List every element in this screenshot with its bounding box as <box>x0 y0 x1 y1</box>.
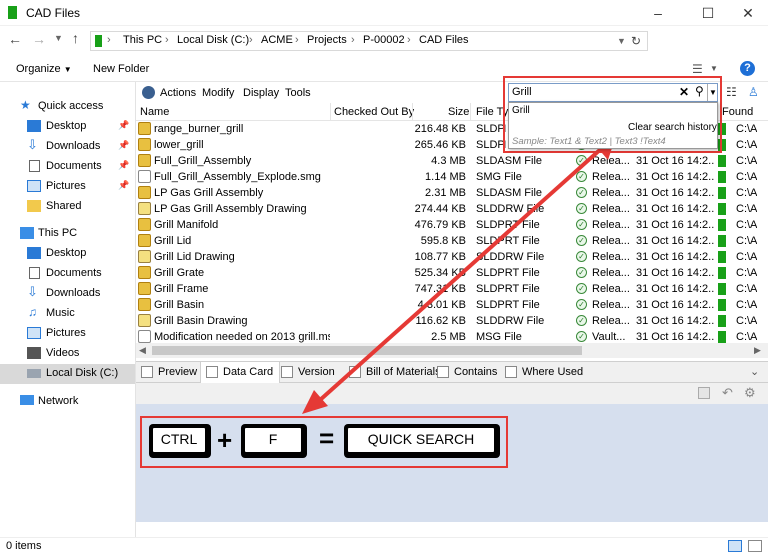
details-view-icon[interactable] <box>728 540 742 552</box>
search-dropdown-button[interactable]: ▼ <box>707 84 718 101</box>
arrow-head-bottom <box>302 390 328 414</box>
search-history-dropdown: Grill Clear search history Sample: Text1… <box>508 102 718 149</box>
search-syntax-hint: Sample: Text1 & Text2 | Text3 !Text4 <box>512 136 666 147</box>
arrow-shaft <box>318 146 604 402</box>
clear-search-history-link[interactable]: Clear search history <box>628 122 717 133</box>
vault-search-input[interactable]: Grill <box>512 86 532 98</box>
large-icons-view-icon[interactable] <box>748 540 762 552</box>
clear-search-icon[interactable]: ✕ <box>679 85 689 99</box>
search-icon[interactable]: ⚲ <box>695 84 704 98</box>
status-bar: 0 items <box>0 537 768 555</box>
search-history-item[interactable]: Grill <box>512 105 530 116</box>
item-count: 0 items <box>6 540 42 552</box>
vault-search-box[interactable]: Grill ✕ ⚲ ▼ <box>508 83 718 102</box>
